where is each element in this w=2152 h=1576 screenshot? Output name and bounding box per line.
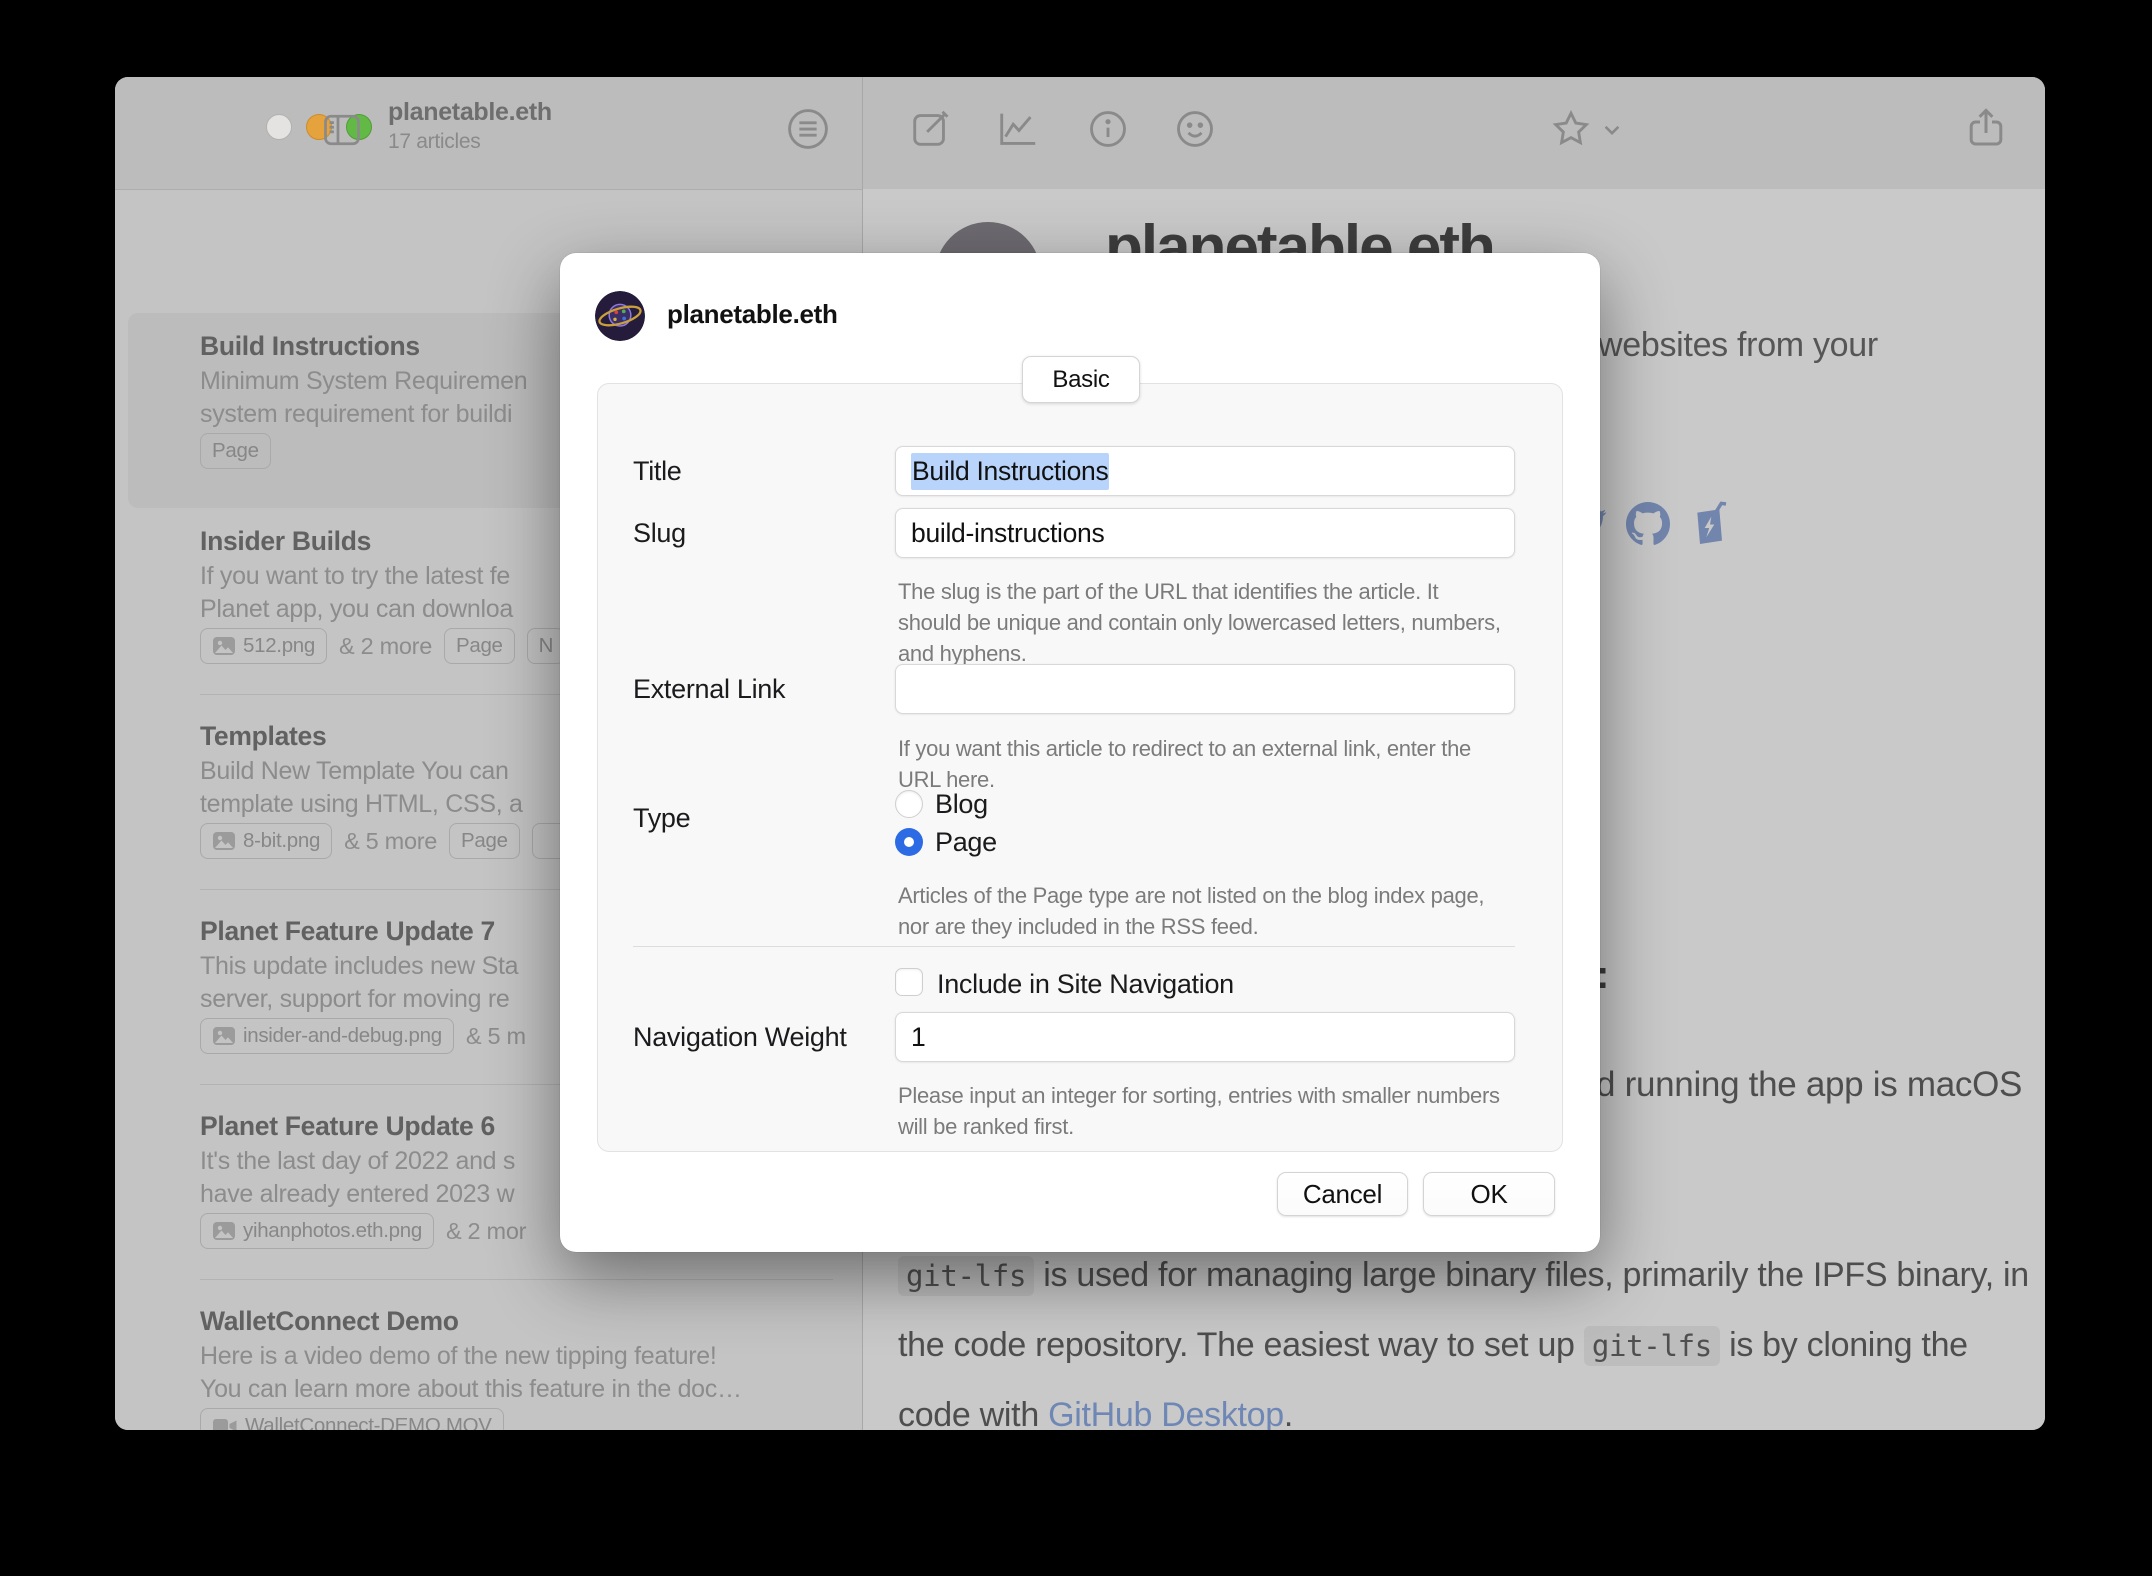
external-link-input[interactable]	[895, 664, 1515, 714]
article-title: Insider Builds	[200, 526, 371, 557]
close-button[interactable]	[266, 114, 292, 140]
external-link-label: External Link	[633, 674, 785, 705]
tab-basic[interactable]: Basic	[1022, 356, 1140, 403]
article-meta: WalletConnect-DEMO.MOV	[200, 1408, 504, 1430]
inline-code: git-lfs	[898, 1256, 1034, 1296]
intro-text-fragment: websites from your	[1598, 326, 1878, 365]
share-icon[interactable]	[1962, 104, 2010, 152]
article-summary: If you want to try the latest fePlanet a…	[200, 560, 513, 626]
article-summary: Here is a video demo of the new tipping …	[200, 1340, 742, 1406]
image-icon	[212, 636, 236, 656]
article-summary: It's the last day of 2022 and shave alre…	[200, 1145, 515, 1211]
slug-help-text: The slug is the part of the URL that ide…	[898, 576, 1538, 669]
more-attachments-count: & 5 more	[344, 828, 437, 855]
article-meta: 8-bit.png & 5 more Page	[200, 823, 568, 859]
paragraph-line: the code repository. The easiest way to …	[898, 1326, 1968, 1365]
paragraph-text: the code repository. The easiest way to …	[898, 1326, 1584, 1364]
page-radio[interactable]	[895, 828, 923, 856]
juicebox-icon[interactable]	[1688, 501, 1728, 552]
site-navigation-checkbox-label[interactable]: Include in Site Navigation	[937, 969, 1234, 1000]
ok-button[interactable]: OK	[1423, 1172, 1555, 1216]
requirement-text-fragment: d running the app is macOS	[1596, 1065, 2022, 1105]
title-input[interactable]: Build Instructions	[895, 446, 1515, 496]
more-attachments-count: & 5 m	[466, 1023, 526, 1050]
article-title: Planet Feature Update 7	[200, 916, 495, 947]
cancel-button[interactable]: Cancel	[1277, 1172, 1408, 1216]
article-title: Planet Feature Update 6	[200, 1111, 495, 1142]
attachment-badge: 512.png	[200, 628, 327, 664]
slug-input[interactable]	[895, 508, 1515, 558]
article-title: WalletConnect Demo	[200, 1306, 459, 1337]
image-icon	[212, 1221, 236, 1241]
tag-badge: Page	[449, 823, 520, 859]
more-attachments-count: & 2 more	[339, 633, 432, 660]
dialog-site-name: planetable.eth	[667, 299, 838, 330]
article-count: 17 articles	[388, 130, 480, 154]
paragraph-text: .	[1284, 1396, 1293, 1430]
article-summary: Build New Template You cantemplate using…	[200, 755, 523, 821]
image-icon	[212, 1026, 236, 1046]
titlebar[interactable]: planetable.eth 17 articles	[115, 77, 2045, 189]
article-summary: Minimum System Requiremensystem requirem…	[200, 365, 527, 431]
navigation-weight-label: Navigation Weight	[633, 1022, 847, 1053]
analytics-icon[interactable]	[995, 106, 1041, 152]
reaction-icon[interactable]	[1172, 106, 1218, 152]
github-icon[interactable]	[1626, 502, 1670, 551]
sidebar-toggle-icon[interactable]	[320, 108, 364, 152]
type-help-text: Articles of the Page type are not listed…	[898, 880, 1538, 942]
row-separator	[200, 1279, 833, 1280]
external-link-help-text: If you want this article to redirect to …	[898, 733, 1538, 795]
article-list-item[interactable]: WalletConnect DemoHere is a video demo o…	[128, 1288, 848, 1430]
blog-radio[interactable]	[895, 790, 923, 818]
attachment-badge: insider-and-debug.png	[200, 1018, 454, 1054]
article-meta: 512.png& 2 morePageN	[200, 628, 565, 664]
article-meta: yihanphotos.eth.png & 2 mor	[200, 1213, 526, 1249]
selected-text: Build Instructions	[911, 453, 1109, 490]
edit-article-dialog: planetable.eth Basic Title Build Instruc…	[560, 253, 1600, 1252]
desktop: planetable.eth 17 articles	[0, 0, 2152, 1576]
form-divider	[633, 946, 1515, 947]
navigation-weight-input[interactable]	[895, 1012, 1515, 1062]
planet-avatar	[595, 291, 645, 341]
attachment-badge: WalletConnect-DEMO.MOV	[200, 1408, 504, 1430]
attachment-badge: 8-bit.png	[200, 823, 332, 859]
image-icon	[212, 831, 236, 851]
menu-icon[interactable]	[785, 106, 831, 152]
title-label: Title	[633, 456, 682, 487]
paragraph-line: code with GitHub Desktop.	[898, 1396, 1293, 1430]
paragraph-text: is used for managing large binary files,…	[1034, 1256, 2029, 1294]
github-desktop-link[interactable]: GitHub Desktop	[1048, 1396, 1284, 1430]
article-title: Templates	[200, 721, 326, 752]
tag-badge: Page	[200, 433, 271, 469]
more-attachments-count: & 2 mor	[446, 1218, 526, 1245]
attachment-badge: yihanphotos.eth.png	[200, 1213, 434, 1249]
paragraph-line: git-lfs is used for managing large binar…	[898, 1256, 2029, 1295]
article-summary: This update includes new Staserver, supp…	[200, 950, 518, 1016]
page-radio-label[interactable]: Page	[935, 827, 997, 858]
type-label: Type	[633, 803, 690, 834]
slug-label: Slug	[633, 518, 686, 549]
paragraph-text: code with	[898, 1396, 1048, 1430]
star-icon[interactable]	[1548, 106, 1594, 152]
video-icon	[212, 1416, 238, 1430]
chevron-down-icon[interactable]	[1602, 122, 1622, 138]
tag-badge: Page	[444, 628, 515, 664]
navigation-weight-help-text: Please input an integer for sorting, ent…	[898, 1080, 1538, 1142]
compose-icon[interactable]	[908, 106, 954, 152]
planet-title: planetable.eth	[388, 98, 552, 127]
site-navigation-checkbox[interactable]	[895, 968, 923, 996]
article-meta: Page	[200, 433, 271, 469]
article-meta: insider-and-debug.png & 5 m	[200, 1018, 526, 1054]
inline-code: git-lfs	[1584, 1326, 1720, 1366]
article-title: Build Instructions	[200, 331, 420, 362]
paragraph-text: is by cloning the	[1720, 1326, 1968, 1364]
blog-radio-label[interactable]: Blog	[935, 789, 988, 820]
info-icon[interactable]	[1085, 106, 1131, 152]
